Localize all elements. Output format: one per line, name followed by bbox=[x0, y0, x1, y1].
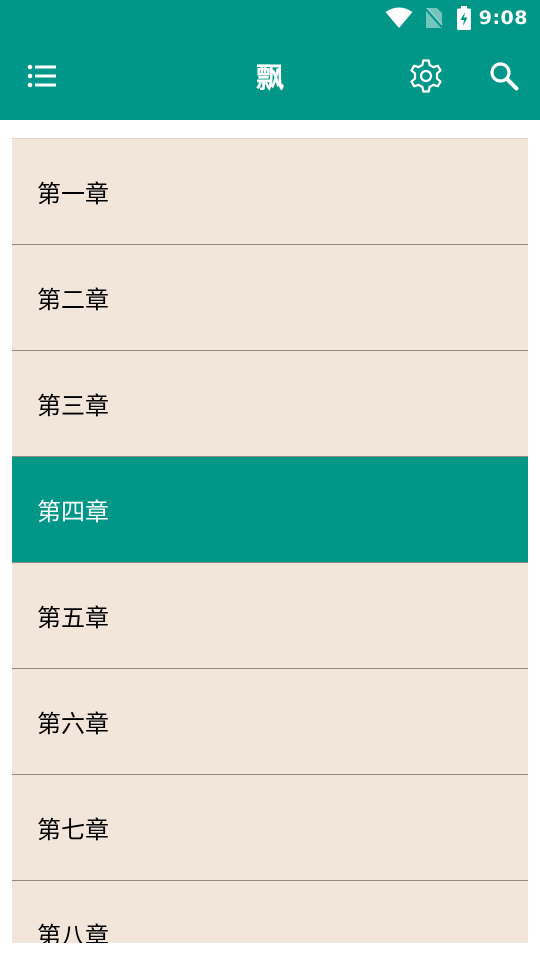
app-title: 飘 bbox=[255, 61, 284, 94]
chapter-label: 第八章 bbox=[37, 922, 109, 943]
search-button[interactable] bbox=[482, 56, 526, 100]
chapter-item[interactable]: 第八章 bbox=[12, 881, 528, 943]
gear-icon bbox=[408, 58, 444, 98]
chapter-item[interactable]: 第五章 bbox=[12, 563, 528, 669]
chapter-item[interactable]: 第七章 bbox=[12, 775, 528, 881]
chapter-item[interactable]: 第三章 bbox=[12, 351, 528, 457]
wifi-icon bbox=[385, 7, 413, 29]
search-icon bbox=[489, 61, 519, 95]
status-time: 9:08 bbox=[478, 7, 528, 29]
app-bar: 飘 bbox=[0, 36, 540, 120]
chapter-label: 第二章 bbox=[37, 286, 109, 314]
chapter-item[interactable]: 第一章 bbox=[12, 139, 528, 245]
chapter-item-selected[interactable]: 第四章 bbox=[12, 457, 528, 563]
chapter-label: 第六章 bbox=[37, 710, 109, 738]
status-icons: 9:08 bbox=[385, 0, 528, 36]
battery-charging-icon bbox=[456, 6, 471, 30]
chapter-list[interactable]: 第一章 第二章 第三章 第四章 第五章 第六章 第七章 第八章 bbox=[12, 138, 528, 943]
chapter-label: 第五章 bbox=[37, 604, 109, 632]
menu-button[interactable] bbox=[20, 56, 64, 100]
chapter-label: 第四章 bbox=[37, 498, 109, 526]
chapter-label: 第三章 bbox=[37, 392, 109, 420]
chapter-item[interactable]: 第二章 bbox=[12, 245, 528, 351]
chapter-label: 第七章 bbox=[37, 816, 109, 844]
settings-button[interactable] bbox=[404, 56, 448, 100]
chapter-label: 第一章 bbox=[37, 180, 109, 208]
chapter-item[interactable]: 第六章 bbox=[12, 669, 528, 775]
menu-list-icon bbox=[27, 64, 57, 92]
status-bar: 9:08 bbox=[0, 0, 540, 36]
no-sim-icon bbox=[424, 7, 443, 29]
